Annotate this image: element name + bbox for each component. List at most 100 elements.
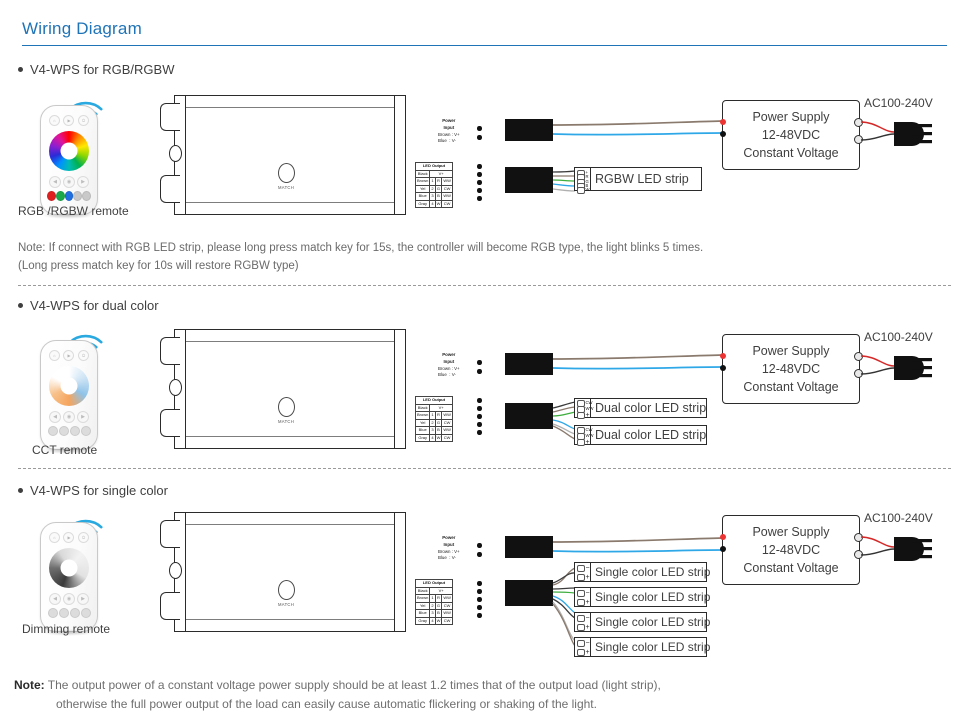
color-button-white[interactable] xyxy=(73,191,83,201)
scene-button-2[interactable] xyxy=(58,426,69,436)
wiring-diagram-page: Wiring Diagram V4-WPS for RGB/RGBW ⌂ ▶ ⏻… xyxy=(0,0,969,726)
remote-next-icon[interactable]: ▶ xyxy=(77,593,89,605)
psu-line-3: Constant Voltage xyxy=(743,380,839,395)
led-strip-name: Single color LED strip xyxy=(595,640,711,654)
led-row-black-value: V+ xyxy=(429,586,453,595)
strip-terminal xyxy=(576,640,585,647)
led-row-wire: Gray xyxy=(414,199,431,208)
remote-top-buttons-cct[interactable]: ⌂ ▶ ⏻ xyxy=(41,350,97,361)
led-row-wire: Yel xyxy=(414,184,431,193)
remote-power-icon[interactable]: ⏻ xyxy=(78,350,90,361)
remote-dimming[interactable]: ⌂ ▶ ⏻ ◀ ◉ ▶ xyxy=(40,522,98,632)
remote-play-icon[interactable]: ▶ xyxy=(63,532,75,543)
remote-mid-buttons-rgb[interactable]: ◀ ◉ ▶ xyxy=(41,176,97,188)
psu-line-2: 12-48VDC xyxy=(761,362,821,377)
remote-scene-buttons-cct[interactable] xyxy=(41,426,97,436)
strip-terminal-label: W xyxy=(585,187,590,193)
power-input-row-blue: Blue : V- xyxy=(438,372,456,378)
led-strip-name: Dual color LED strip xyxy=(595,428,707,442)
psu-line-3: Constant Voltage xyxy=(743,146,839,161)
led-row-rgb: W xyxy=(434,199,443,208)
remote-mode-icon[interactable]: ◉ xyxy=(63,176,75,188)
remote-next-icon[interactable]: ▶ xyxy=(77,411,89,423)
scene-button-4[interactable] xyxy=(80,426,91,436)
remote-top-buttons-dim[interactable]: ⌂ ▶ ⏻ xyxy=(41,532,97,543)
led-row-wire: Blue xyxy=(414,192,431,201)
scene-button-1[interactable] xyxy=(47,608,58,618)
cct-color-wheel[interactable] xyxy=(49,366,89,406)
color-button-green[interactable] xyxy=(55,191,65,201)
psu-line-2: 12-48VDC xyxy=(761,543,821,558)
strip-terminal-label: − xyxy=(585,640,590,647)
remote-prev-icon[interactable]: ◀ xyxy=(49,176,61,188)
led-row-rgb: R xyxy=(434,177,443,186)
led-row-wire: Brown xyxy=(414,177,431,186)
divider-2 xyxy=(18,468,951,469)
remote-home-icon[interactable]: ⌂ xyxy=(48,350,60,361)
remote-prev-icon[interactable]: ◀ xyxy=(49,411,61,423)
remote-color-buttons-rgb[interactable] xyxy=(41,191,97,201)
strip-terminal xyxy=(576,187,585,194)
led-row-cct: WW xyxy=(441,411,453,420)
psu-input-negative xyxy=(720,546,726,552)
scene-button-3[interactable] xyxy=(69,426,80,436)
section-heading-dual: V4-WPS for dual color xyxy=(18,298,159,313)
strip-terminal-label: + xyxy=(585,599,590,606)
title-divider xyxy=(22,45,947,46)
bottom-note-line2: otherwise the full power output of the l… xyxy=(56,697,597,712)
remote-mid-buttons-cct[interactable]: ◀ ◉ ▶ xyxy=(41,411,97,423)
remote-cct[interactable]: ⌂ ▶ ⏻ ◀ ◉ ▶ xyxy=(40,340,98,450)
remote-scene-buttons-dim[interactable] xyxy=(41,608,97,618)
remote-rgb[interactable]: ⌂ ▶ ⏻ ◀ ◉ ▶ xyxy=(40,105,98,215)
remote-mid-buttons-dim[interactable]: ◀ ◉ ▶ xyxy=(41,593,97,605)
led-row-cct: WW xyxy=(441,609,453,618)
dimming-wheel[interactable] xyxy=(49,548,89,588)
remote-home-icon[interactable]: ⌂ xyxy=(48,532,60,543)
remote-label-cct: CCT remote xyxy=(32,443,98,457)
remote-home-icon[interactable]: ⌂ xyxy=(48,115,60,126)
remote-next-icon[interactable]: ▶ xyxy=(77,176,89,188)
led-output-title: LED Output xyxy=(415,162,453,171)
led-row-rgb: R xyxy=(434,411,443,420)
color-button-red[interactable] xyxy=(47,191,56,201)
led-row-black-value: V+ xyxy=(429,169,453,178)
psu-line-3: Constant Voltage xyxy=(743,561,839,576)
power-supply-rgb: Power Supply 12-48VDC Constant Voltage xyxy=(720,100,863,170)
remote-top-buttons-rgb[interactable]: ⌂ ▶ ⏻ xyxy=(41,115,97,126)
psu-input-negative xyxy=(720,365,726,371)
scene-button-4[interactable] xyxy=(80,608,91,618)
match-button-label: MATCH xyxy=(278,419,295,424)
bottom-note: Note: The output power of a constant vol… xyxy=(14,676,661,715)
wheel-center xyxy=(60,559,78,577)
scene-button-1[interactable] xyxy=(47,426,58,436)
led-output-table: LED Output Black V+ Brown 1 R WW Yel 2 G… xyxy=(414,579,453,625)
led-row-wire: Yel xyxy=(414,601,431,610)
mount-ear-bottom-left xyxy=(160,409,180,437)
remote-mode-icon[interactable]: ◉ xyxy=(63,593,75,605)
strip-terminal-label: + xyxy=(585,624,590,631)
strip-terminal-label: CW xyxy=(585,400,593,406)
match-button[interactable] xyxy=(278,580,295,600)
remote-power-icon[interactable]: ⏻ xyxy=(78,532,90,543)
color-button-blue[interactable] xyxy=(64,191,74,201)
mount-ear-top-left xyxy=(160,337,180,365)
remote-mode-icon[interactable]: ◉ xyxy=(63,411,75,423)
remote-prev-icon[interactable]: ◀ xyxy=(49,593,61,605)
match-button[interactable] xyxy=(278,397,295,417)
match-button[interactable] xyxy=(278,163,295,183)
color-button-extra[interactable] xyxy=(82,191,91,201)
led-strip-name: RGBW LED strip xyxy=(595,172,689,186)
led-row-rgb: G xyxy=(434,601,443,610)
strip-terminal xyxy=(576,649,585,656)
connector-block-output-2 xyxy=(505,403,553,429)
scene-button-3[interactable] xyxy=(69,608,80,618)
power-input-title: Power Input xyxy=(442,535,456,547)
led-output-title: LED Output xyxy=(415,396,453,405)
remote-play-icon[interactable]: ▶ xyxy=(63,350,75,361)
scene-button-2[interactable] xyxy=(58,608,69,618)
rgb-color-wheel[interactable] xyxy=(49,131,89,171)
led-output-terminals xyxy=(477,581,482,621)
remote-play-icon[interactable]: ▶ xyxy=(63,115,75,126)
remote-power-icon[interactable]: ⏻ xyxy=(78,115,90,126)
led-row-cct: CW xyxy=(441,184,453,193)
